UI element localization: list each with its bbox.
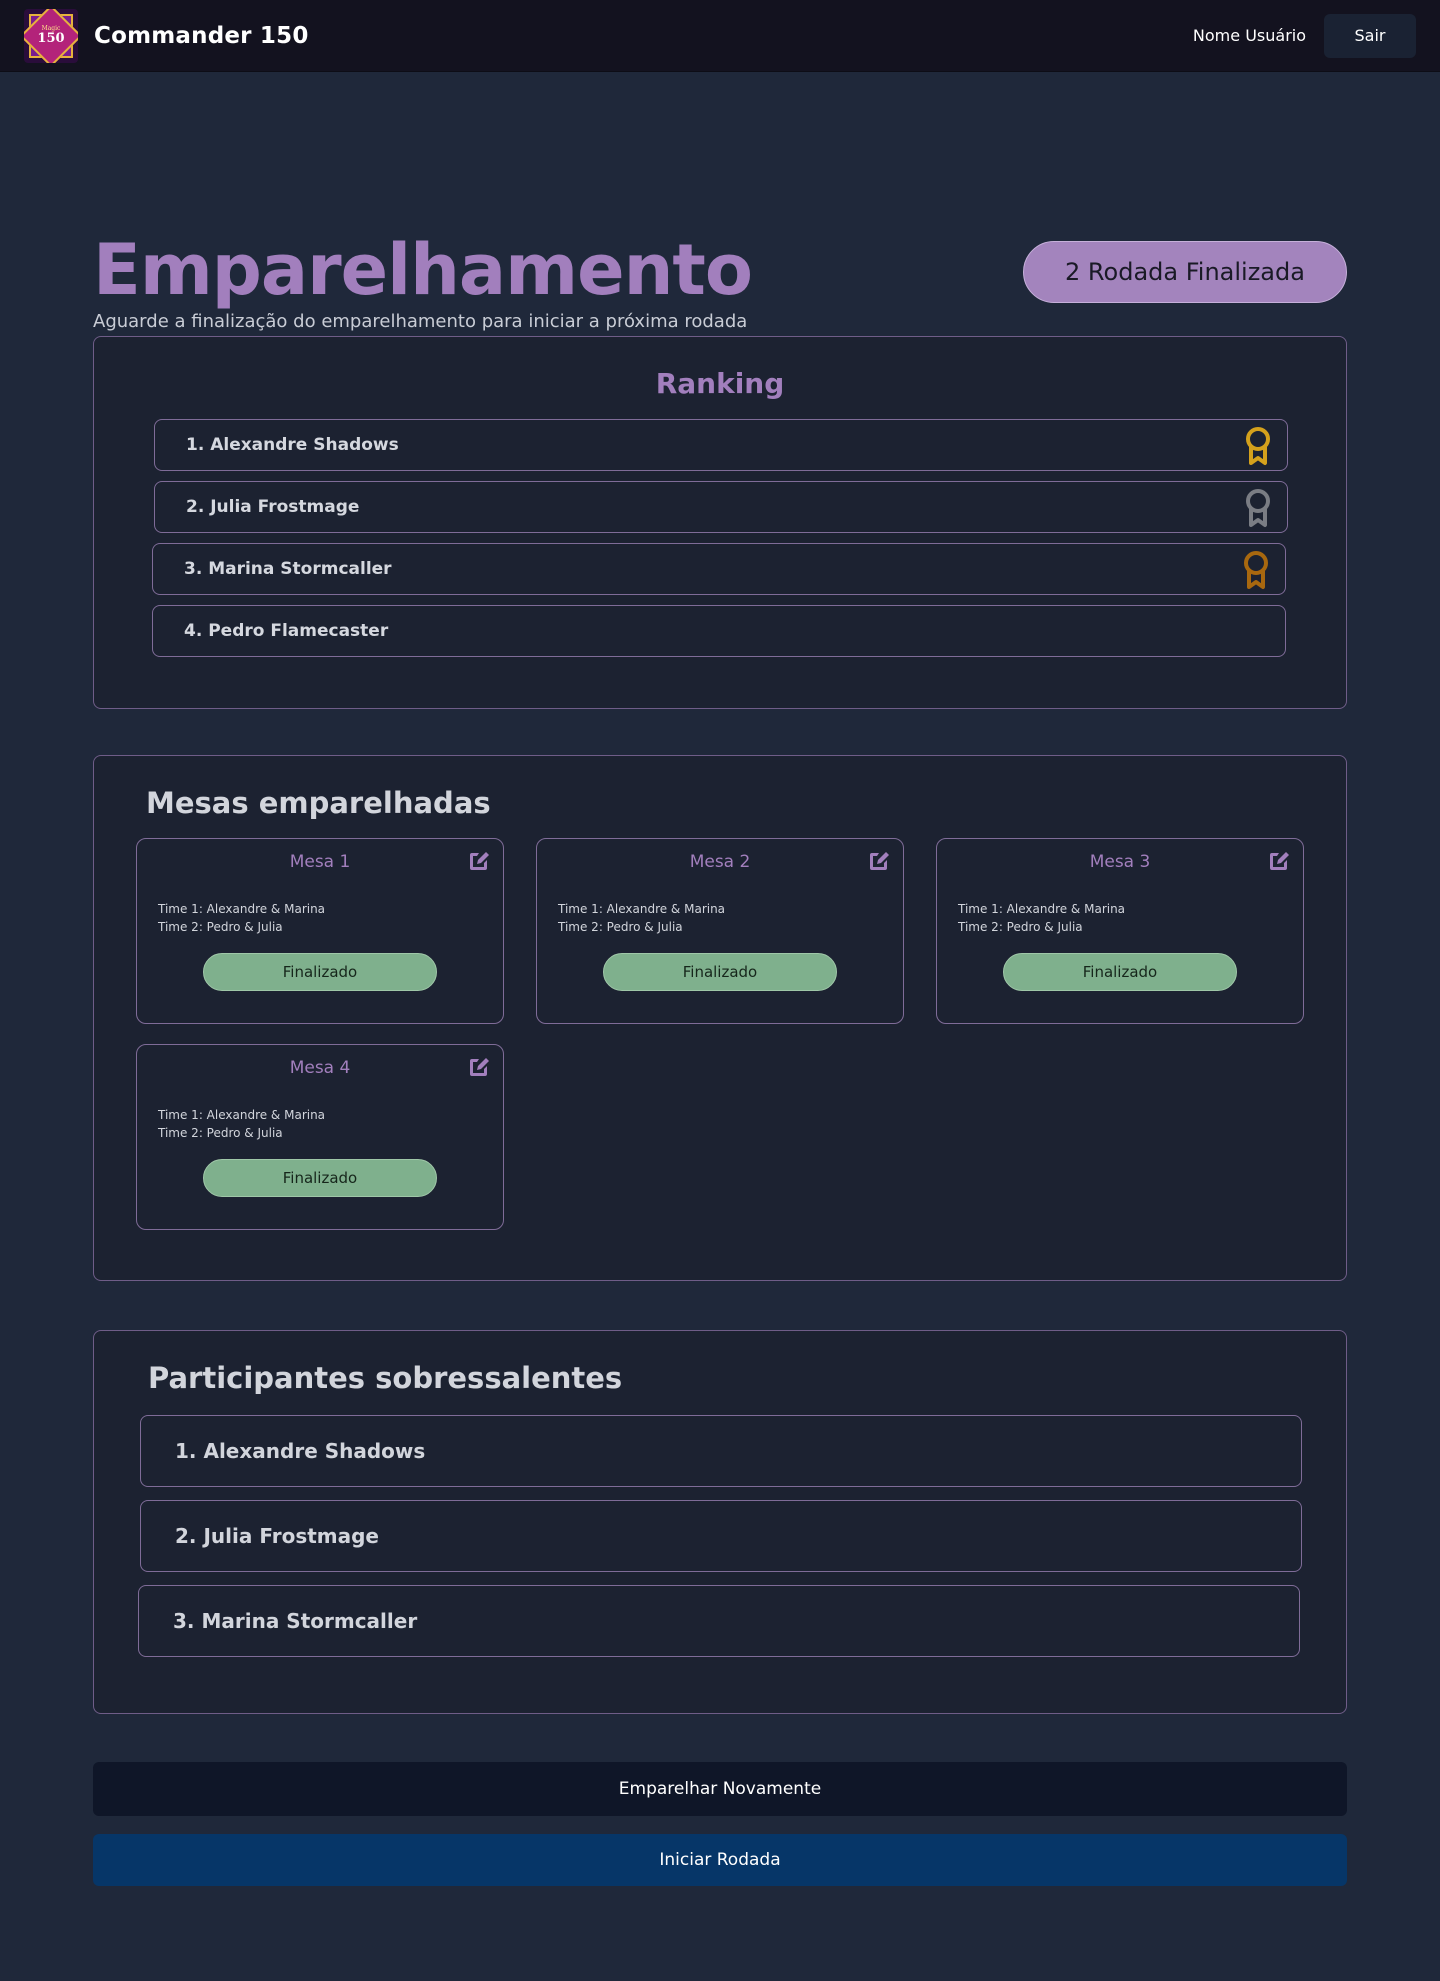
team-1: Time 1: Alexandre & Marina xyxy=(158,1108,326,1122)
reserve-participants-card: Participantes sobressalentes 1. Alexandr… xyxy=(93,1330,1347,1714)
ranking-player-name: 4. Pedro Flamecaster xyxy=(184,621,389,641)
gold-medal-icon xyxy=(1246,427,1270,465)
app-logo[interactable]: Magic 150 xyxy=(24,8,78,63)
table-status-button[interactable]: Finalizado xyxy=(1003,953,1237,991)
edit-icon[interactable] xyxy=(467,1055,491,1079)
table-name: Mesa 2 xyxy=(689,852,751,872)
ranking-player-name: 2. Julia Frostmage xyxy=(186,497,360,517)
table-name: Mesa 4 xyxy=(289,1058,351,1078)
bronze-medal-icon xyxy=(1244,551,1268,589)
table-card: Mesa 1 Time 1: Alexandre & Marina Time 2: … xyxy=(136,838,504,1024)
table-status-button[interactable]: Finalizado xyxy=(603,953,837,991)
team-1: Time 1: Alexandre & Marina xyxy=(158,902,326,916)
page-title: Emparelhamento xyxy=(93,229,753,311)
reserve-participant-name: 3. Marina Stormcaller xyxy=(173,1609,418,1633)
table-card: Mesa 2 Time 1: Alexandre & Marina Time 2: … xyxy=(536,838,904,1024)
ranking-row: 4. Pedro Flamecaster xyxy=(152,605,1286,657)
table-status-button[interactable]: Finalizado xyxy=(203,953,437,991)
round-status-badge: 2 Rodada Finalizada xyxy=(1023,241,1347,303)
reserve-participant-row: 1. Alexandre Shadows xyxy=(140,1415,1302,1487)
ranking-list: 1. Alexandre Shadows 2. Julia Frostmage 3.… xyxy=(152,419,1288,657)
logo-text-main: 150 xyxy=(37,31,65,46)
team-2: Time 2: Pedro & Julia xyxy=(958,920,1083,934)
repair-again-button[interactable]: Emparelhar Novamente xyxy=(93,1762,1347,1816)
page-hero: Emparelhamento Aguarde a finalização do … xyxy=(93,166,1347,336)
ranking-player-name: 1. Alexandre Shadows xyxy=(186,435,399,455)
top-navbar: Magic 150 Commander 150 Nome Usuário Sai… xyxy=(0,0,1440,72)
user-name[interactable]: Nome Usuário xyxy=(1193,26,1306,45)
ranking-player-name: 3. Marina Stormcaller xyxy=(184,559,392,579)
ranking-title: Ranking xyxy=(655,367,785,400)
table-name: Mesa 3 xyxy=(1089,852,1151,872)
ranking-card: Ranking 1. Alexandre Shadows 2. Julia Fro… xyxy=(93,336,1347,709)
team-2: Time 2: Pedro & Julia xyxy=(558,920,683,934)
edit-icon[interactable] xyxy=(867,849,891,873)
team-1: Time 1: Alexandre & Marina xyxy=(958,902,1126,916)
reserve-participants-title: Participantes sobressalentes xyxy=(148,1361,623,1395)
team-2: Time 2: Pedro & Julia xyxy=(158,920,283,934)
ranking-row: 3. Marina Stormcaller xyxy=(152,543,1286,595)
reserve-participant-name: 1. Alexandre Shadows xyxy=(175,1439,426,1463)
team-1: Time 1: Alexandre & Marina xyxy=(558,902,726,916)
edit-icon[interactable] xyxy=(1267,849,1291,873)
edit-icon[interactable] xyxy=(467,849,491,873)
logout-button[interactable]: Sair xyxy=(1324,13,1416,58)
table-status-button[interactable]: Finalizado xyxy=(203,1159,437,1197)
reserve-participant-name: 2. Julia Frostmage xyxy=(175,1524,379,1548)
ranking-row: 1. Alexandre Shadows xyxy=(154,419,1288,471)
silver-medal-icon xyxy=(1246,489,1270,527)
team-2: Time 2: Pedro & Julia xyxy=(158,1126,283,1140)
table-card: Mesa 3 Time 1: Alexandre & Marina Time 2: … xyxy=(936,838,1304,1024)
reserve-participant-row: 3. Marina Stormcaller xyxy=(138,1585,1300,1657)
paired-tables-title: Mesas emparelhadas xyxy=(146,786,491,820)
table-name: Mesa 1 xyxy=(289,852,351,872)
page-subtitle: Aguarde a finalização do emparelhamento … xyxy=(93,311,748,332)
tables-grid: Mesa 1 Time 1: Alexandre & Marina Time 2: … xyxy=(136,838,1304,1230)
start-round-button[interactable]: Iniciar Rodada xyxy=(93,1834,1347,1886)
table-card: Mesa 4 Time 1: Alexandre & Marina Time 2: … xyxy=(136,1044,504,1230)
paired-tables-card: Mesas emparelhadas Mesa 1 Time 1: Alexand… xyxy=(93,755,1347,1281)
ranking-row: 2. Julia Frostmage xyxy=(154,481,1288,533)
reserve-participant-row: 2. Julia Frostmage xyxy=(140,1500,1302,1572)
main-content: Emparelhamento Aguarde a finalização do … xyxy=(93,72,1347,1886)
reserve-list: 1. Alexandre Shadows 2. Julia Frostmage 3.… xyxy=(138,1415,1302,1657)
app-title[interactable]: Commander 150 xyxy=(94,23,309,49)
